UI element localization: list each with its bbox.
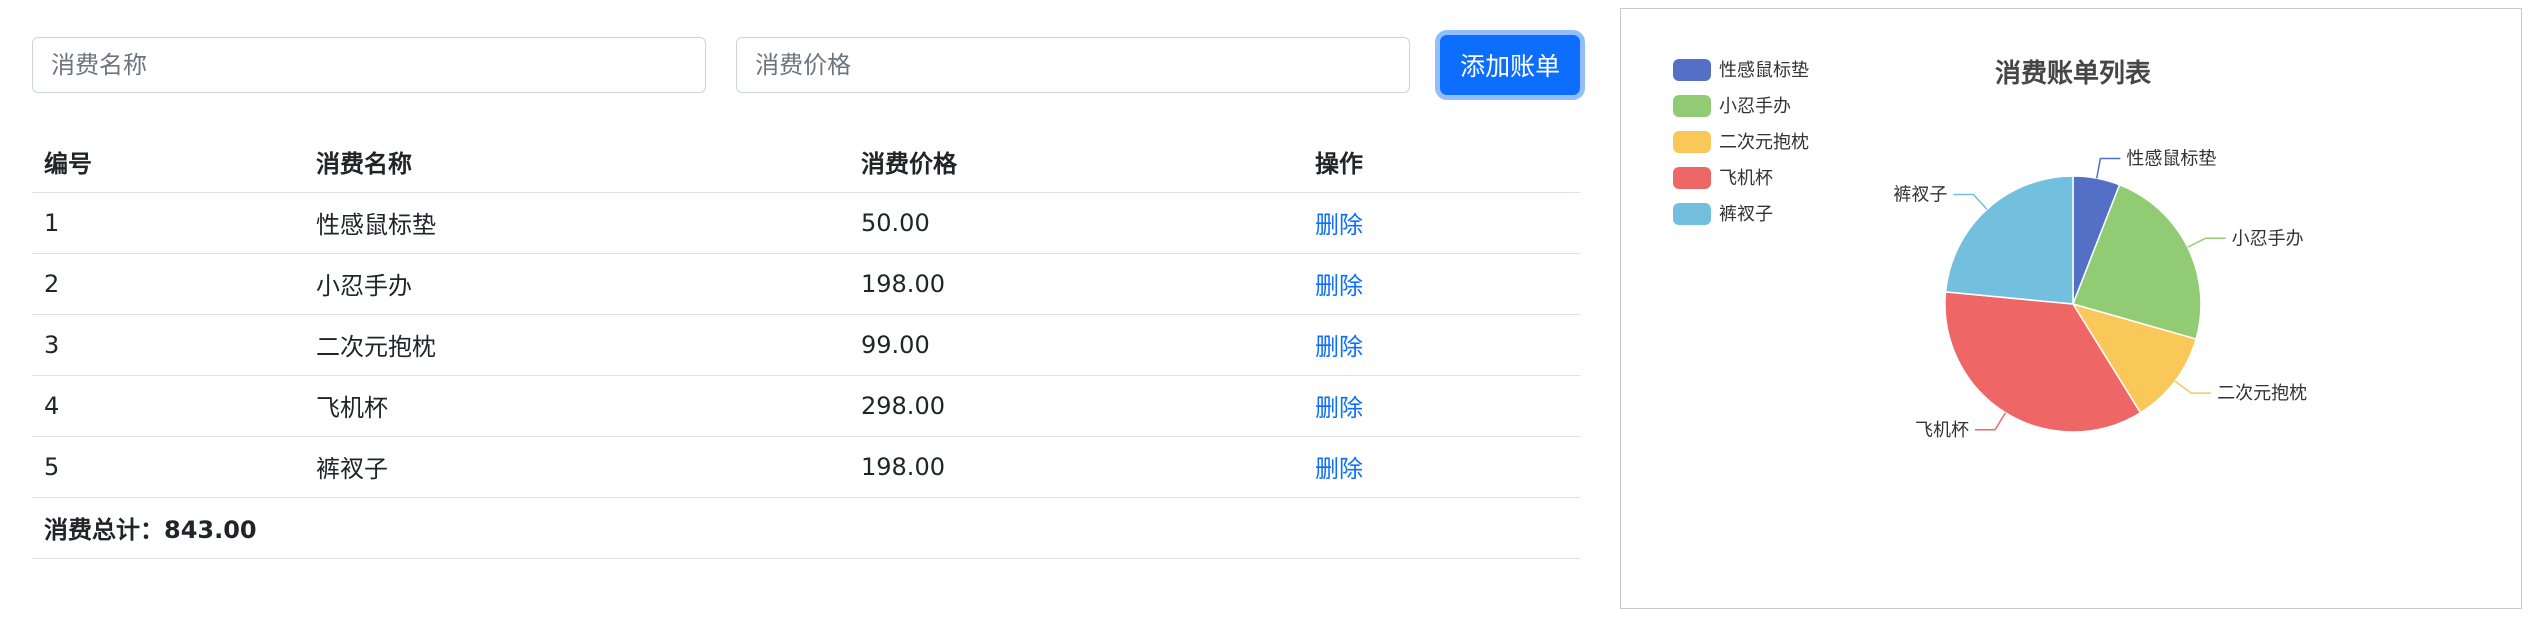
legend-item-label[interactable]: 小忍手办 [1719, 96, 1791, 117]
add-bill-button[interactable]: 添加账单 [1440, 35, 1580, 95]
label-leader-line [2187, 237, 2226, 248]
row-action: 删除 [1303, 253, 1580, 315]
bill-price-input[interactable] [736, 37, 1411, 93]
table-row: 2 小忍手办 198.00 删除 [32, 253, 1580, 315]
delete-link[interactable]: 删除 [1315, 455, 1363, 483]
label-leader-line [1974, 412, 2007, 431]
slice-label: 小忍手办 [2232, 228, 2304, 249]
chart-title: 消费账单列表 [1995, 59, 2152, 89]
row-id: 4 [32, 375, 304, 437]
table-row: 3 二次元抱枕 99.00 删除 [32, 314, 1580, 376]
row-price: 198.00 [849, 253, 1303, 315]
table-row: 4 飞机杯 298.00 删除 [32, 375, 1580, 437]
header-action: 操作 [1303, 131, 1580, 193]
legend-swatch[interactable] [1673, 131, 1711, 153]
row-price: 298.00 [849, 375, 1303, 437]
row-id: 2 [32, 253, 304, 315]
pie-chart: 消费账单列表 性感鼠标垫小忍手办二次元抱枕飞机杯裤衩子 性感鼠标垫小忍手办二次元… [1673, 59, 2307, 441]
row-action: 删除 [1303, 375, 1580, 437]
table-row: 5 裤衩子 198.00 删除 [32, 436, 1580, 498]
bill-table: 编号 消费名称 消费价格 操作 1 性感鼠标垫 50.00 删除 2 小忍手办 … [32, 131, 1580, 559]
slice-label: 裤衩子 [1893, 184, 1947, 205]
label-leader-line [2095, 157, 2121, 179]
slice-label: 性感鼠标垫 [2126, 149, 2216, 170]
total-value: 843.00 [164, 516, 257, 544]
row-action: 删除 [1303, 436, 1580, 498]
add-bill-form: 添加账单 [32, 35, 1580, 95]
legend-item-label[interactable]: 飞机杯 [1719, 168, 1773, 189]
row-name: 飞机杯 [304, 375, 849, 437]
row-action: 删除 [1303, 314, 1580, 376]
delete-link[interactable]: 删除 [1315, 272, 1363, 300]
delete-link[interactable]: 删除 [1315, 333, 1363, 361]
chart-legend: 性感鼠标垫小忍手办二次元抱枕飞机杯裤衩子 [1673, 59, 1809, 225]
slice-label: 飞机杯 [1915, 420, 1969, 441]
legend-item-label[interactable]: 二次元抱枕 [1719, 132, 1809, 153]
header-name: 消费名称 [304, 131, 849, 193]
table-row: 1 性感鼠标垫 50.00 删除 [32, 192, 1580, 254]
row-price: 198.00 [849, 436, 1303, 498]
row-price: 99.00 [849, 314, 1303, 376]
total-label: 消费总计： [44, 516, 164, 544]
label-leader-line [1953, 193, 1988, 210]
row-name: 裤衩子 [304, 436, 849, 498]
legend-item-label[interactable]: 裤衩子 [1719, 204, 1773, 225]
table-header-row: 编号 消费名称 消费价格 操作 [32, 131, 1580, 193]
slice-label: 二次元抱枕 [2217, 383, 2307, 404]
header-id: 编号 [32, 131, 304, 193]
total-row: 消费总计：843.00 [32, 497, 1580, 559]
delete-link[interactable]: 删除 [1315, 211, 1363, 239]
legend-swatch[interactable] [1673, 167, 1711, 189]
bill-name-input[interactable] [32, 37, 707, 93]
row-action: 删除 [1303, 192, 1580, 254]
row-name: 性感鼠标垫 [304, 192, 849, 254]
row-id: 5 [32, 436, 304, 498]
bill-panel: 添加账单 编号 消费名称 消费价格 操作 1 性感鼠标垫 50.00 删除 2 … [32, 35, 1580, 559]
pie-slices [1944, 175, 2202, 433]
legend-swatch[interactable] [1673, 95, 1711, 117]
header-price: 消费价格 [849, 131, 1303, 193]
row-name: 二次元抱枕 [304, 314, 849, 376]
row-name: 小忍手办 [304, 253, 849, 315]
row-id: 3 [32, 314, 304, 376]
legend-swatch[interactable] [1673, 59, 1711, 81]
legend-swatch[interactable] [1673, 203, 1711, 225]
pie-chart-panel: 消费账单列表 性感鼠标垫 小忍手办 二次元抱枕 飞机杯 裤衩子 性感鼠标垫 小忍手办 二次元… [1620, 8, 2522, 609]
total-cell: 消费总计：843.00 [32, 497, 1580, 559]
legend-item-label[interactable]: 性感鼠标垫 [1719, 60, 1809, 81]
label-leader-line [2174, 380, 2212, 394]
row-id: 1 [32, 192, 304, 254]
row-price: 50.00 [849, 192, 1303, 254]
delete-link[interactable]: 删除 [1315, 394, 1363, 422]
